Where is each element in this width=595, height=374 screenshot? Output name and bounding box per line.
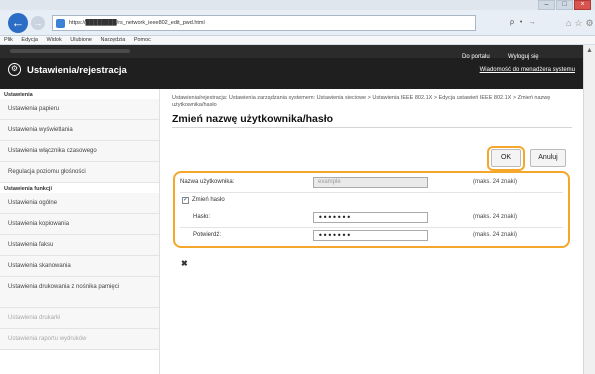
sidebar-item-general[interactable]: Ustawienia ogólne: [0, 193, 159, 214]
forward-arrow-icon[interactable]: →: [31, 16, 45, 30]
confirm-label: Potwierdź:: [193, 232, 222, 238]
sidebar-item-fax[interactable]: Ustawienia faksu: [0, 235, 159, 256]
page-icon: [56, 19, 65, 28]
password-note: (maks. 24 znaki): [473, 214, 518, 220]
change-password-label[interactable]: Zmień hasło: [192, 197, 225, 203]
menu-favorites[interactable]: Ulubione: [70, 37, 92, 43]
window-controls: – □ ×: [538, 0, 591, 10]
url-text: https://████████/rs_network_ieee802_edit…: [69, 20, 205, 26]
menu-file[interactable]: Plik: [4, 37, 13, 43]
sidebar-item-scan[interactable]: Ustawienia skanowania: [0, 256, 159, 277]
home-star-gear-icons[interactable]: ⌂☆⚙: [566, 18, 595, 29]
browser-window: – □ × ← → https://████████/rs_network_ie…: [0, 0, 595, 374]
portal-link[interactable]: Do portalu: [462, 54, 490, 60]
bottom-mark-icon: ✖: [181, 259, 188, 268]
password-field[interactable]: •••••••: [313, 212, 428, 223]
ok-button[interactable]: OK: [491, 149, 521, 167]
sidebar-item-memory-print[interactable]: Ustawienia drukowania z nośnika pamięci: [0, 277, 159, 308]
search-refresh-icons[interactable]: ρ • →: [510, 19, 537, 26]
sidebar-section-functions: Ustawienia funkcji: [4, 186, 52, 192]
breadcrumb: Ustawienia/rejestracja: Ustawienia zarzą…: [172, 95, 551, 108]
header-top-strip: [0, 45, 583, 58]
back-arrow-icon[interactable]: ←: [8, 13, 28, 33]
title-divider: [172, 127, 572, 128]
app-title: Ustawienia/rejestracja: [27, 65, 127, 76]
sidebar-item-timer[interactable]: Ustawienia włącznika czasowego: [0, 141, 159, 162]
url-field[interactable]: https://████████/rs_network_ieee802_edit…: [52, 15, 476, 31]
sidebar-item-volume[interactable]: Regulacja poziomu głośności: [0, 162, 159, 183]
sidebar: Ustawienia Ustawienia papieru Ustawienia…: [0, 89, 160, 374]
scrollbar[interactable]: ▲: [583, 45, 595, 374]
scroll-up-icon[interactable]: ▲: [586, 47, 593, 54]
menu-tools[interactable]: Narzędzia: [101, 37, 126, 43]
username-note: (maks. 24 znaki): [473, 179, 518, 185]
password-label: Hasło:: [193, 214, 211, 220]
blurred-device-info: [10, 49, 130, 53]
row-divider: [180, 192, 563, 193]
admin-message-link[interactable]: Wiadomość do menadżera systemu: [480, 67, 575, 73]
username-label: Nazwa użytkownika:: [180, 179, 235, 185]
page-title: Zmień nazwę użytkownika/hasło: [172, 113, 334, 125]
change-password-checkbox[interactable]: ✓: [182, 197, 189, 204]
minimize-icon[interactable]: –: [538, 0, 555, 10]
close-icon[interactable]: ×: [574, 0, 591, 10]
sidebar-item-paper[interactable]: Ustawienia papieru: [0, 99, 159, 120]
logout-link[interactable]: Wyloguj się: [508, 54, 539, 60]
app-header: Do portalu Wyloguj się ⚙ Ustawienia/reje…: [0, 45, 583, 89]
settings-logo-icon: ⚙: [8, 63, 21, 76]
menu-edit[interactable]: Edycja: [21, 37, 38, 43]
main-content: Ustawienia/rejestracja: Ustawienia zarzą…: [160, 89, 583, 374]
sidebar-item-copy[interactable]: Ustawienia kopiowania: [0, 214, 159, 235]
confirm-password-field[interactable]: •••••••: [313, 230, 428, 241]
menu-view[interactable]: Widok: [46, 37, 61, 43]
username-field: example: [313, 177, 428, 188]
menu-bar: Plik Edycja Widok Ulubione Narzędzia Pom…: [0, 36, 595, 45]
cancel-button[interactable]: Anuluj: [530, 149, 566, 167]
maximize-icon[interactable]: □: [556, 0, 573, 10]
sidebar-section-settings: Ustawienia: [4, 92, 33, 98]
confirm-note: (maks. 24 znaki): [473, 232, 518, 238]
row-divider: [180, 227, 563, 228]
sidebar-item-display[interactable]: Ustawienia wyświetlania: [0, 120, 159, 141]
credentials-form: Nazwa użytkownika: example (maks. 24 zna…: [180, 175, 563, 244]
title-bar: – □ ×: [0, 0, 595, 10]
menu-help[interactable]: Pomoc: [134, 37, 151, 43]
address-bar: ← → https://████████/rs_network_ieee802_…: [0, 10, 595, 36]
sidebar-item-print-report[interactable]: Ustawienia raportu wydruków: [0, 329, 159, 350]
sidebar-item-printer[interactable]: Ustawienia drukarki: [0, 308, 159, 329]
